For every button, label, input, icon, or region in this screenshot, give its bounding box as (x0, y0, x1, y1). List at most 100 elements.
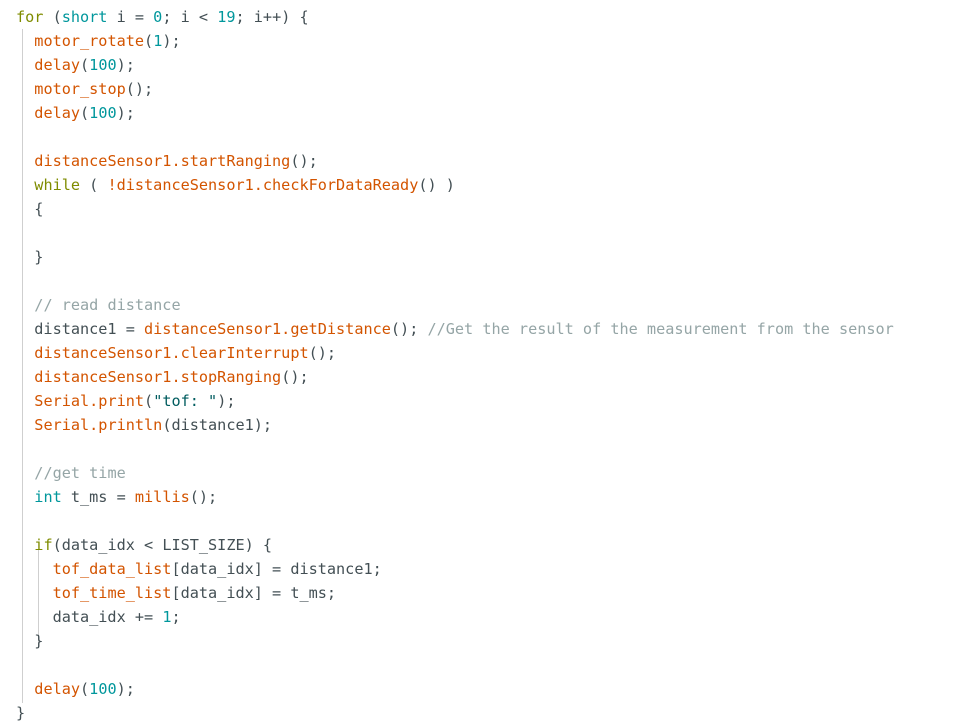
code-token-plain: ( (80, 680, 90, 698)
code-line-container: for (short i = 0; i < 19; i++) { motor_r… (0, 5, 965, 725)
code-token-fn: !distanceSensor1.checkForDataReady (107, 176, 419, 194)
code-token-plain: (); (125, 80, 154, 98)
code-line[interactable]: motor_stop(); (0, 77, 965, 101)
code-token-fn: tof_data_list (52, 560, 172, 578)
code-line[interactable]: int t_ms = millis(); (0, 485, 965, 509)
code-token-plain: ; i++) { (235, 8, 309, 26)
code-token-kw: if (34, 536, 53, 554)
code-token-fn: motor_rotate (34, 32, 145, 50)
code-line[interactable]: } (0, 701, 965, 725)
code-token-num: 19 (217, 8, 236, 26)
code-token-plain: (); (390, 320, 428, 338)
code-line[interactable]: while ( !distanceSensor1.checkForDataRea… (0, 173, 965, 197)
code-token-fn: distanceSensor1.stopRanging (34, 368, 282, 386)
code-token-fn: delay (34, 56, 81, 74)
code-token-plain: ; (171, 608, 181, 626)
code-token-fn: tof_time_list (52, 584, 172, 602)
code-token-comment: // read distance (34, 296, 181, 314)
code-token-plain: ); (162, 32, 181, 50)
code-line[interactable] (0, 653, 965, 677)
code-token-comment: //Get the result of the measurement from… (427, 320, 894, 338)
code-token-plain: [data_idx] = t_ms; (171, 584, 337, 602)
code-token-type: int (34, 488, 62, 506)
code-line[interactable] (0, 221, 965, 245)
code-token-num: 100 (89, 104, 117, 122)
code-line[interactable]: } (0, 629, 965, 653)
code-token-fn: Serial.print (34, 392, 145, 410)
code-line[interactable] (0, 509, 965, 533)
code-token-num: 1 (153, 32, 163, 50)
code-line[interactable]: for (short i = 0; i < 19; i++) { (0, 5, 965, 29)
code-line[interactable]: data_idx += 1; (0, 605, 965, 629)
code-token-plain: distance1 = (16, 320, 145, 338)
code-line[interactable]: //get time (0, 461, 965, 485)
code-line[interactable] (0, 125, 965, 149)
code-token-fn: distanceSensor1.getDistance (144, 320, 391, 338)
code-line[interactable]: tof_time_list[data_idx] = t_ms; (0, 581, 965, 605)
code-line[interactable]: tof_data_list[data_idx] = distance1; (0, 557, 965, 581)
code-line[interactable]: distance1 = distanceSensor1.getDistance(… (0, 317, 965, 341)
code-token-plain: ); (116, 680, 135, 698)
code-token-plain: (); (290, 152, 318, 170)
code-token-plain: ( (80, 56, 90, 74)
code-line[interactable] (0, 437, 965, 461)
code-token-plain: (); (189, 488, 218, 506)
code-token-comment: //get time (34, 464, 126, 482)
code-line[interactable] (0, 269, 965, 293)
code-token-kw: for (16, 8, 44, 26)
code-token-fn: delay (34, 104, 81, 122)
code-line[interactable]: motor_rotate(1); (0, 29, 965, 53)
code-token-fn: Serial.println (34, 416, 163, 434)
code-token-plain: t_ms = (61, 488, 135, 506)
code-token-fn: distanceSensor1.startRanging (34, 152, 291, 170)
code-token-plain: ); (217, 392, 236, 410)
code-line[interactable]: delay(100); (0, 53, 965, 77)
code-line[interactable]: Serial.println(distance1); (0, 413, 965, 437)
code-token-plain: ( (144, 392, 154, 410)
code-line[interactable]: delay(100); (0, 101, 965, 125)
code-token-num: 0 (153, 8, 163, 26)
code-token-plain: ); (116, 56, 135, 74)
code-token-fn: distanceSensor1.clearInterrupt (34, 344, 309, 362)
code-token-plain: (); (308, 344, 337, 362)
code-token-type: short (61, 8, 108, 26)
code-token-plain: ( (43, 8, 62, 26)
code-token-plain: } (16, 704, 26, 722)
code-token-str: "tof: " (153, 392, 218, 410)
code-line[interactable]: distanceSensor1.stopRanging(); (0, 365, 965, 389)
code-line[interactable]: distanceSensor1.startRanging(); (0, 149, 965, 173)
code-editor[interactable]: for (short i = 0; i < 19; i++) { motor_r… (0, 0, 965, 725)
code-line[interactable]: { (0, 197, 965, 221)
code-token-plain: { (16, 200, 44, 218)
code-token-num: 100 (89, 56, 117, 74)
code-line[interactable]: if(data_idx < LIST_SIZE) { (0, 533, 965, 557)
code-line[interactable]: Serial.print("tof: "); (0, 389, 965, 413)
code-token-plain: () ) (418, 176, 455, 194)
code-token-plain: ( (144, 32, 154, 50)
code-token-fn: motor_stop (34, 80, 126, 98)
code-line[interactable]: distanceSensor1.clearInterrupt(); (0, 341, 965, 365)
code-token-kw: while (34, 176, 81, 194)
code-line[interactable]: delay(100); (0, 677, 965, 701)
code-token-plain: (distance1); (162, 416, 273, 434)
code-line[interactable]: } (0, 245, 965, 269)
code-token-plain: (data_idx < LIST_SIZE) { (52, 536, 273, 554)
code-token-plain: data_idx += (16, 608, 163, 626)
code-line[interactable]: // read distance (0, 293, 965, 317)
code-token-plain: ); (116, 104, 135, 122)
